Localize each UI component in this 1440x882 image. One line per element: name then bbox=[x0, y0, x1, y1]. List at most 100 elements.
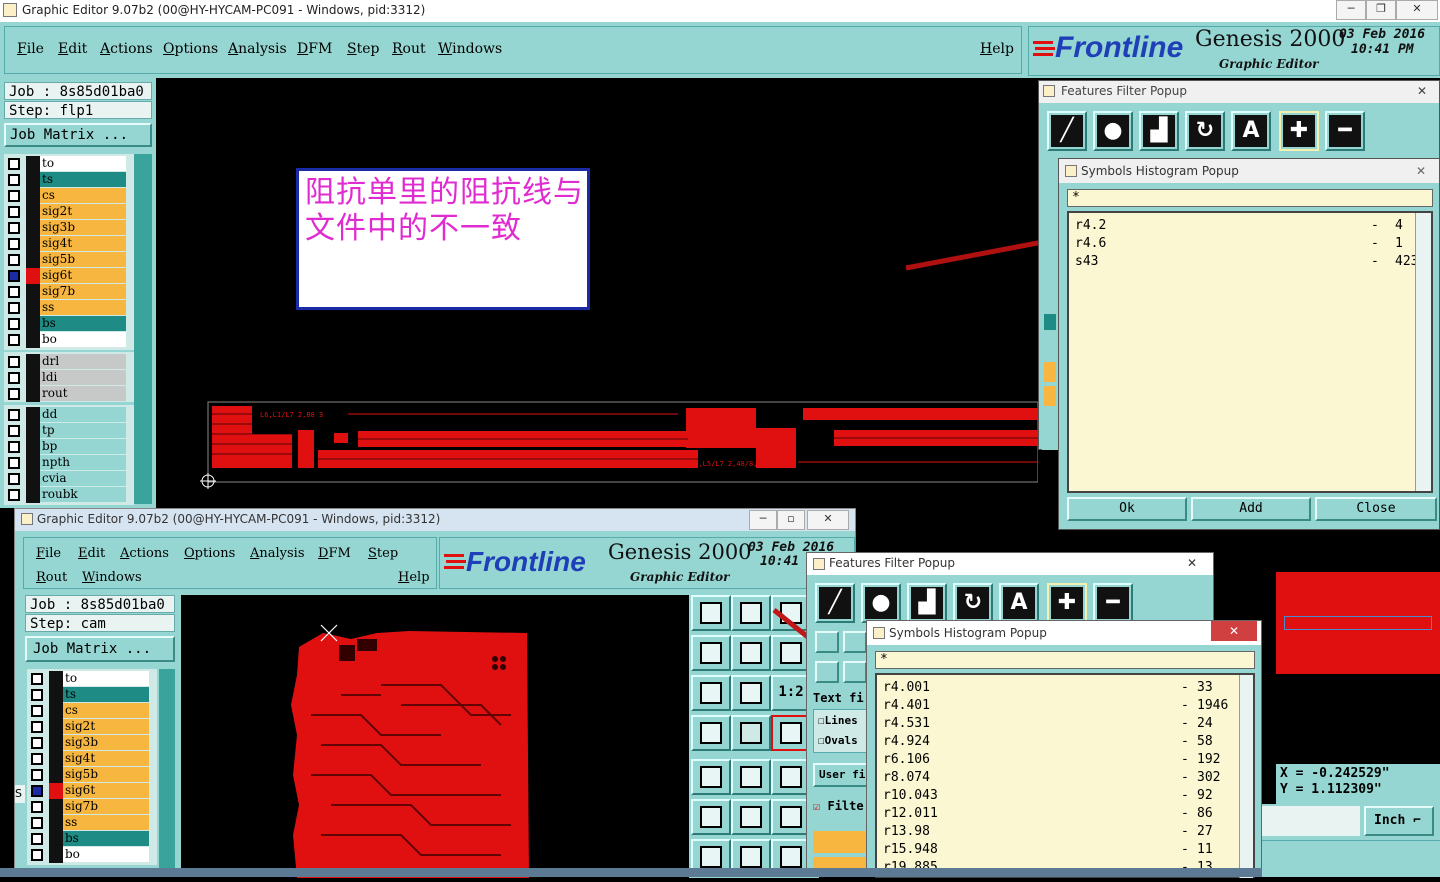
layer-row[interactable]: sig4t bbox=[4, 236, 134, 252]
layer-name[interactable]: sig4t bbox=[40, 236, 126, 251]
layer-affected-toggle[interactable] bbox=[26, 220, 40, 236]
menu-windows[interactable]: Windows bbox=[82, 570, 142, 585]
menu-edit[interactable]: Edit bbox=[78, 546, 105, 561]
layer-affected-toggle[interactable] bbox=[49, 847, 63, 863]
close-icon[interactable]: ✕ bbox=[1409, 159, 1433, 183]
layer-name[interactable]: ts bbox=[40, 172, 126, 187]
tool-fit-button[interactable] bbox=[691, 675, 731, 711]
layer-checkbox[interactable] bbox=[8, 318, 20, 330]
close-icon[interactable]: ✕ bbox=[1211, 621, 1257, 641]
add-button[interactable]: Add bbox=[1191, 497, 1311, 521]
mini-button-3[interactable] bbox=[815, 661, 839, 683]
layer-checkbox[interactable] bbox=[31, 785, 43, 797]
minimize-button[interactable]: ─ bbox=[749, 510, 777, 530]
layer-checkbox[interactable] bbox=[31, 737, 43, 749]
layer-row[interactable]: ts bbox=[27, 687, 157, 703]
layer-affected-toggle[interactable] bbox=[49, 767, 63, 783]
symbol-row[interactable]: r10.043 -92 bbox=[883, 787, 1247, 805]
layer-checkbox[interactable] bbox=[8, 489, 20, 501]
layer-name[interactable]: ts bbox=[63, 687, 149, 702]
symbol-row[interactable]: r4.2 - 4 bbox=[1075, 217, 1440, 235]
tool-delete-button[interactable] bbox=[731, 799, 771, 835]
layer-name[interactable]: npth bbox=[40, 455, 126, 470]
layer-row[interactable]: to bbox=[27, 671, 157, 687]
layer-name[interactable]: sig7b bbox=[63, 799, 149, 814]
layer-checkbox[interactable] bbox=[31, 769, 43, 781]
layer-checkbox[interactable] bbox=[8, 473, 20, 485]
layer-row[interactable]: rout bbox=[4, 386, 134, 402]
layer-name[interactable]: bs bbox=[40, 316, 126, 331]
layer-name[interactable]: roubk bbox=[40, 487, 126, 502]
menu-file[interactable]: File bbox=[36, 546, 61, 561]
layer-checkbox[interactable] bbox=[8, 206, 20, 218]
main-canvas[interactable]: 阻抗单里的阻抗线与文件中的不一致 L6,L1/L7 2,88 3 L6,L5/L… bbox=[158, 78, 1038, 508]
tool-route-button[interactable] bbox=[771, 799, 811, 835]
tool-zoom-home-button[interactable] bbox=[691, 595, 731, 631]
ok-button[interactable]: Ok bbox=[1067, 497, 1187, 521]
symbol-row[interactable]: r4.531 -24 bbox=[883, 715, 1247, 733]
symbol-row[interactable]: r12.011 -86 bbox=[883, 805, 1247, 823]
layer-name[interactable]: sig6t bbox=[63, 783, 149, 798]
layer-affected-toggle[interactable] bbox=[49, 751, 63, 767]
layer-checkbox[interactable] bbox=[8, 441, 20, 453]
layer-affected-toggle[interactable] bbox=[26, 252, 40, 268]
second-canvas[interactable] bbox=[181, 595, 689, 878]
layer-affected-toggle[interactable] bbox=[26, 439, 40, 455]
job-matrix-button[interactable]: Job Matrix ... bbox=[4, 123, 152, 147]
menu-dfm[interactable]: DFM bbox=[318, 546, 351, 561]
menu-analysis[interactable]: Analysis bbox=[228, 41, 287, 57]
second-layer-scrollbar[interactable] bbox=[159, 669, 175, 869]
tool-measure-button[interactable] bbox=[771, 759, 811, 795]
menu-step[interactable]: Step bbox=[368, 546, 398, 561]
layer-checkbox[interactable] bbox=[8, 222, 20, 234]
layer-checkbox[interactable] bbox=[31, 689, 43, 701]
layer-row[interactable]: bo bbox=[27, 847, 157, 863]
layer-affected-toggle[interactable] bbox=[26, 268, 40, 284]
layer-name[interactable]: sig2t bbox=[40, 204, 126, 219]
menu-analysis[interactable]: Analysis bbox=[250, 546, 305, 561]
layer-name[interactable]: drl bbox=[40, 354, 126, 369]
close-button[interactable]: ✕ bbox=[1396, 0, 1438, 20]
filter-pad-button[interactable]: ● bbox=[1093, 111, 1133, 151]
filter-checkbox[interactable]: ☑ Filte bbox=[813, 799, 864, 813]
layer-checkbox[interactable] bbox=[8, 158, 20, 170]
layer-checkbox[interactable] bbox=[31, 801, 43, 813]
layer-checkbox[interactable] bbox=[8, 270, 20, 282]
filter-positive-button[interactable]: ✚ bbox=[1047, 583, 1087, 623]
symbol-row[interactable]: r4.924 -58 bbox=[883, 733, 1247, 751]
layer-affected-toggle[interactable] bbox=[49, 831, 63, 847]
menu-options[interactable]: Options bbox=[163, 41, 218, 57]
layer-checkbox[interactable] bbox=[8, 286, 20, 298]
layer-name[interactable]: bo bbox=[63, 847, 149, 862]
maximize-button[interactable]: ▫ bbox=[777, 510, 805, 530]
ovals-option[interactable]: ☐Ovals bbox=[818, 734, 858, 747]
layer-row[interactable]: sig4t bbox=[27, 751, 157, 767]
layer-checkbox[interactable] bbox=[8, 388, 20, 400]
menu-actions[interactable]: Actions bbox=[100, 41, 153, 57]
symbol-row[interactable]: r13.98 -27 bbox=[883, 823, 1247, 841]
layer-checkbox[interactable] bbox=[31, 721, 43, 733]
layer-row[interactable]: to bbox=[4, 156, 134, 172]
orange-button-1[interactable] bbox=[813, 831, 869, 853]
filter-line-button[interactable]: ╱ bbox=[1047, 111, 1087, 151]
symbol-row[interactable]: r4.401 -1946 bbox=[883, 697, 1247, 715]
menu-help[interactable]: Help bbox=[398, 570, 430, 585]
mini-button-1[interactable] bbox=[815, 631, 839, 653]
layer-row[interactable]: cvia bbox=[4, 471, 134, 487]
layer-affected-toggle[interactable] bbox=[49, 783, 63, 799]
layer-affected-toggle[interactable] bbox=[26, 386, 40, 402]
filter-text-button[interactable]: A bbox=[999, 583, 1039, 623]
layer-row[interactable]: bs bbox=[4, 316, 134, 332]
layer-affected-toggle[interactable] bbox=[26, 188, 40, 204]
layer-name[interactable]: cs bbox=[63, 703, 149, 718]
menu-rout[interactable]: Rout bbox=[36, 570, 67, 585]
layer-name[interactable]: tp bbox=[40, 423, 126, 438]
layer-name[interactable]: sig6t bbox=[40, 268, 126, 283]
tool-edit-shape-button[interactable] bbox=[731, 759, 771, 795]
layer-row[interactable]: bo bbox=[4, 332, 134, 348]
layer-row[interactable]: sig3b bbox=[27, 735, 157, 751]
layer-name[interactable]: sig5b bbox=[63, 767, 149, 782]
layer-checkbox[interactable] bbox=[31, 833, 43, 845]
layer-affected-toggle[interactable] bbox=[26, 300, 40, 316]
close-icon[interactable]: ✕ bbox=[1177, 553, 1207, 573]
